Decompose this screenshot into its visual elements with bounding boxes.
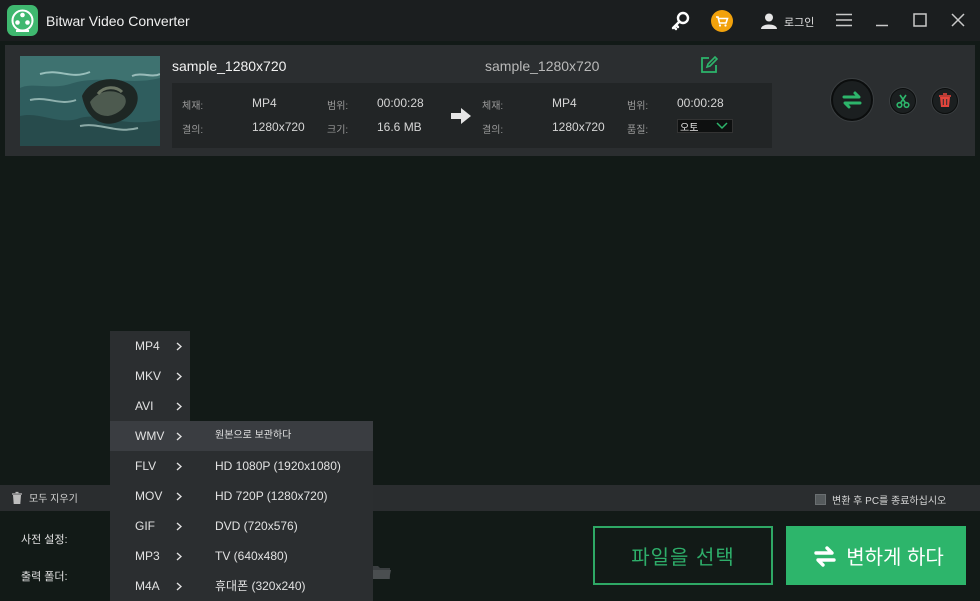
trash-icon bbox=[939, 93, 951, 107]
chevron-right-icon bbox=[176, 402, 182, 411]
format-label: AVI bbox=[135, 399, 154, 413]
chevron-right-icon bbox=[176, 582, 182, 591]
clear-all-button[interactable]: 모두 지우기 bbox=[11, 490, 78, 505]
format-label: FLV bbox=[135, 459, 157, 473]
output-duration: 00:00:28 bbox=[677, 96, 724, 110]
format-item-flv[interactable]: FLV bbox=[110, 451, 190, 481]
quality-select[interactable]: 오토 bbox=[677, 119, 733, 134]
arrow-right-icon bbox=[450, 107, 472, 130]
shutdown-checkbox[interactable] bbox=[815, 494, 826, 505]
delete-button[interactable] bbox=[932, 88, 958, 114]
source-duration-label: 범위: bbox=[327, 101, 349, 112]
format-item-gif[interactable]: GIF bbox=[110, 511, 190, 541]
format-item-mkv[interactable]: MKV bbox=[110, 361, 190, 391]
minimize-icon[interactable] bbox=[875, 13, 889, 32]
clear-all-label: 모두 지우기 bbox=[29, 494, 78, 505]
format-item-avi[interactable]: AVI bbox=[110, 391, 190, 421]
format-label: MP3 bbox=[135, 549, 160, 563]
convert-button[interactable]: 변하게 하다 bbox=[786, 526, 966, 585]
chevron-right-icon bbox=[176, 432, 182, 441]
shutdown-label: 변환 후 PC를 종료하십시오 bbox=[832, 496, 947, 507]
preset-item-original[interactable]: 원본으로 보관하다 bbox=[190, 421, 373, 451]
format-label: WMV bbox=[135, 429, 165, 443]
chevron-right-icon bbox=[176, 492, 182, 501]
edit-icon[interactable] bbox=[700, 55, 719, 79]
preset-item-mobile[interactable]: 휴대폰 (320x240) bbox=[190, 571, 373, 601]
source-size: 16.6 MB bbox=[377, 120, 422, 134]
login-label[interactable]: 로그인 bbox=[784, 14, 814, 30]
output-format-label: 체재: bbox=[482, 101, 504, 112]
output-format: MP4 bbox=[552, 96, 577, 110]
format-menu: MP4 MKV AVI WMV FLV MOV GIF MP3 M4A bbox=[110, 331, 190, 601]
format-label: MKV bbox=[135, 369, 162, 383]
source-resolution: 1280x720 bbox=[252, 120, 305, 134]
user-icon[interactable] bbox=[760, 12, 778, 35]
shutdown-option[interactable]: 변환 후 PC를 종료하십시오 bbox=[815, 492, 946, 507]
maximize-icon[interactable] bbox=[913, 13, 927, 32]
preset-submenu: 원본으로 보관하다 HD 1080P (1920x1080) HD 720P (… bbox=[190, 421, 373, 601]
source-format-label: 체재: bbox=[182, 101, 204, 112]
convert-arrows-icon bbox=[814, 545, 836, 567]
media-info-panel: 체재: MP4 범위: 00:00:28 결의: 1280x720 크기: 16… bbox=[172, 83, 772, 148]
source-format: MP4 bbox=[252, 96, 277, 110]
output-resolution-label: 결의: bbox=[482, 125, 504, 136]
video-thumbnail[interactable] bbox=[20, 56, 160, 146]
title-bar: Bitwar Video Converter 로그인 bbox=[0, 0, 980, 41]
output-resolution: 1280x720 bbox=[552, 120, 605, 134]
source-size-label: 크기: bbox=[327, 125, 349, 136]
key-icon[interactable] bbox=[669, 10, 691, 37]
format-item-m4a[interactable]: M4A bbox=[110, 571, 190, 601]
preset-item-dvd[interactable]: DVD (720x576) bbox=[190, 511, 373, 541]
format-label: M4A bbox=[135, 579, 160, 593]
app-logo-icon bbox=[7, 5, 38, 36]
preset-label: 사전 설정: bbox=[21, 534, 68, 546]
convert-single-button[interactable] bbox=[831, 79, 873, 121]
chevron-right-icon bbox=[176, 522, 182, 531]
preset-item-1080p[interactable]: HD 1080P (1920x1080) bbox=[190, 451, 373, 481]
chevron-right-icon bbox=[176, 462, 182, 471]
format-item-mp3[interactable]: MP3 bbox=[110, 541, 190, 571]
scissors-icon bbox=[896, 94, 910, 109]
output-file-name: sample_1280x720 bbox=[485, 58, 600, 74]
output-duration-label: 범위: bbox=[627, 101, 649, 112]
quality-value: 오토 bbox=[680, 123, 699, 134]
choose-file-button[interactable]: 파일을 선택 bbox=[593, 526, 773, 585]
output-quality-label: 품질: bbox=[627, 125, 649, 136]
preset-item-tv[interactable]: TV (640x480) bbox=[190, 541, 373, 571]
file-row[interactable]: sample_1280x720 sample_1280x720 체재: MP4 … bbox=[5, 45, 975, 156]
chevron-right-icon bbox=[176, 552, 182, 561]
source-file-name: sample_1280x720 bbox=[172, 58, 287, 74]
folder-icon[interactable] bbox=[370, 563, 392, 586]
format-item-mov[interactable]: MOV bbox=[110, 481, 190, 511]
chevron-down-icon bbox=[716, 122, 728, 130]
preset-item-720p[interactable]: HD 720P (1280x720) bbox=[190, 481, 373, 511]
format-item-wmv[interactable]: WMV bbox=[110, 421, 190, 451]
cart-icon[interactable] bbox=[711, 10, 733, 37]
chevron-right-icon bbox=[176, 372, 182, 381]
source-resolution-label: 결의: bbox=[182, 125, 204, 136]
menu-icon[interactable] bbox=[836, 13, 852, 32]
app-title: Bitwar Video Converter bbox=[46, 13, 190, 29]
chevron-right-icon bbox=[176, 342, 182, 351]
format-label: GIF bbox=[135, 519, 155, 533]
source-duration: 00:00:28 bbox=[377, 96, 424, 110]
output-folder-label: 출력 폴더: bbox=[21, 571, 68, 583]
close-icon[interactable] bbox=[951, 13, 965, 32]
convert-arrows-icon bbox=[842, 91, 862, 109]
trash-icon bbox=[12, 491, 22, 504]
convert-button-label: 변하게 하다 bbox=[846, 547, 944, 569]
format-item-mp4[interactable]: MP4 bbox=[110, 331, 190, 361]
format-label: MP4 bbox=[135, 339, 160, 353]
trim-button[interactable] bbox=[890, 88, 916, 114]
format-label: MOV bbox=[135, 489, 163, 503]
